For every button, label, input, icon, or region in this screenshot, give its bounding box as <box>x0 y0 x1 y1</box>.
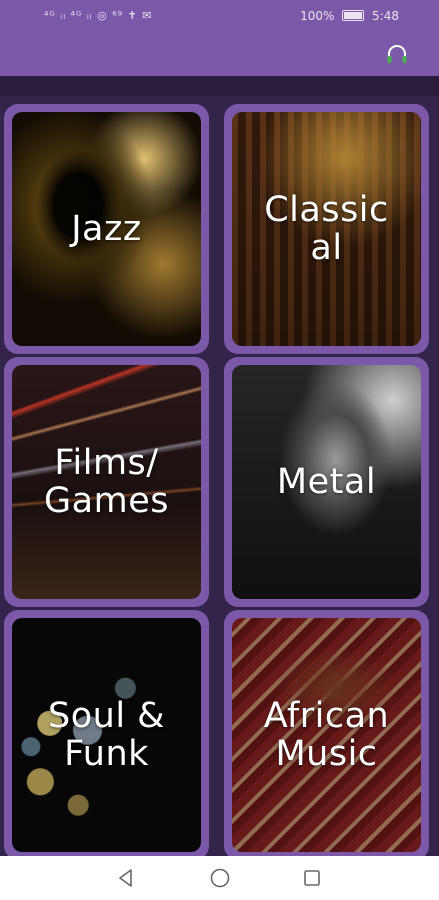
films-image: Films/ Games <box>12 365 201 599</box>
genre-tile-jazz[interactable]: Jazz <box>4 104 209 354</box>
soul-image: Soul & Funk <box>12 618 201 852</box>
genre-label: Metal <box>276 462 377 502</box>
header-shadow <box>0 76 439 96</box>
system-nav-bar <box>0 856 439 900</box>
genre-label: African Music <box>263 696 390 774</box>
genre-tile-classical[interactable]: Classic al <box>224 104 429 354</box>
genre-tile-films-games[interactable]: Films/ Games <box>4 357 209 607</box>
jazz-image: Jazz <box>12 112 201 346</box>
genre-tile-african-music[interactable]: African Music <box>224 610 429 860</box>
genre-tile-metal[interactable]: Metal <box>224 357 429 607</box>
status-icons: ⁴ᴳ ᵢₗ ⁴ᴳ ᵢₗ ◎ ⁶⁹ ✝ ✉ <box>44 9 153 22</box>
classical-image: Classic al <box>232 112 421 346</box>
genre-label: Soul & Funk <box>48 696 165 774</box>
genre-label: Classic al <box>264 190 389 268</box>
headphones-icon[interactable] <box>385 42 409 66</box>
recents-square-icon[interactable] <box>298 864 326 892</box>
battery-percent: 100% <box>300 9 335 23</box>
status-right: 100% 5:48 <box>300 9 399 23</box>
status-bar: ⁴ᴳ ᵢₗ ⁴ᴳ ᵢₗ ◎ ⁶⁹ ✝ ✉ 100% 5:48 <box>0 0 439 32</box>
app-bar <box>0 32 439 76</box>
back-triangle-icon[interactable] <box>112 864 140 892</box>
home-circle-icon[interactable] <box>206 864 234 892</box>
genre-tile-soul-funk[interactable]: Soul & Funk <box>4 610 209 860</box>
genre-label: Jazz <box>71 209 142 249</box>
clock: 5:48 <box>372 9 399 23</box>
genre-grid: Jazz Classic al Films/ Games Metal Soul … <box>0 96 439 860</box>
metal-image: Metal <box>232 365 421 599</box>
battery-icon <box>342 10 365 21</box>
genre-label: Films/ Games <box>44 443 169 521</box>
african-image: African Music <box>232 618 421 852</box>
